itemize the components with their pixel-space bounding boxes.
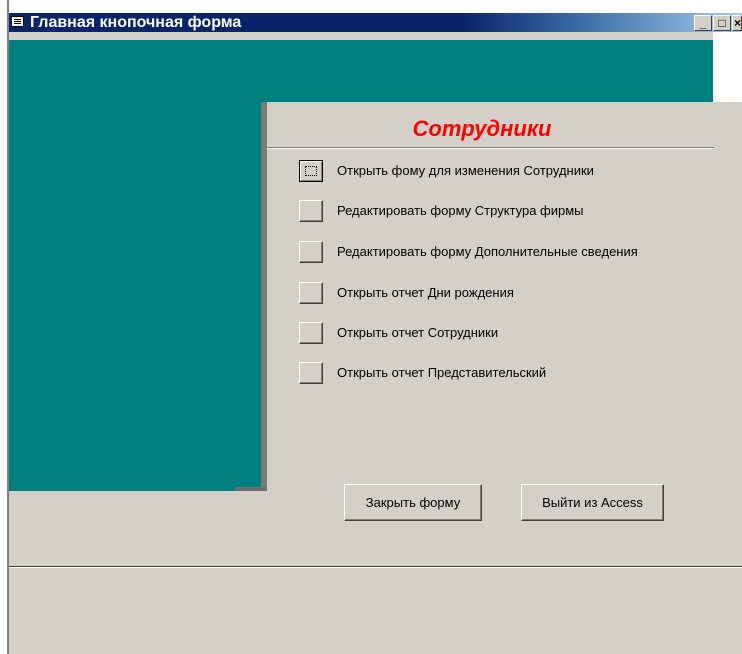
side-band [9,102,261,491]
minimize-button[interactable]: _ [694,15,712,31]
form-icon[interactable] [11,16,24,27]
switchboard-item-button[interactable] [299,200,323,222]
form-client-area: Сотрудники Открыть фому для изменения Со… [9,32,742,654]
maximize-icon: □ [718,16,726,30]
window-frame-left [0,0,9,654]
switchboard-item-button[interactable] [299,362,323,384]
maximize-button[interactable]: □ [713,15,731,31]
switchboard-item: Открыть отчет Представительский [299,362,719,384]
switchboard-item: Открыть фому для изменения Сотрудники [299,160,719,182]
header-band-edge [713,32,742,102]
minimize-icon: _ [699,16,707,30]
switchboard-item-label[interactable]: Открыть фому для изменения Сотрудники [337,160,594,182]
switchboard-item: Редактировать форму Структура фирмы [299,200,719,222]
switchboard-item-label[interactable]: Редактировать форму Дополнительные сведе… [337,241,638,263]
title-divider [267,147,714,149]
switchboard-item-button[interactable] [299,282,323,304]
panel-shadow [261,102,267,491]
switchboard-item: Открыть отчет Дни рождения [299,282,719,304]
switchboard-item: Открыть отчет Сотрудники [299,322,719,344]
exit-access-button[interactable]: Выйти из Access [521,484,664,521]
switchboard-item-button[interactable] [299,322,323,344]
caption-buttons: _ □ × [693,15,742,31]
switchboard-item-button[interactable] [299,160,323,182]
close-icon: × [734,16,742,30]
switchboard-title: Сотрудники [412,116,552,141]
switchboard-item: Редактировать форму Дополнительные сведе… [299,241,719,263]
window-title: Главная кнопочная форма [30,14,242,31]
switchboard-item-button[interactable] [299,241,323,263]
header-band [9,40,713,102]
switchboard-window: Главная кнопочная форма _ □ × Сотрудники О… [0,0,742,654]
switchboard-item-label[interactable]: Открыть отчет Дни рождения [337,282,514,304]
switchboard-item-label[interactable]: Редактировать форму Структура фирмы [337,200,584,222]
switchboard-item-label[interactable]: Открыть отчет Представительский [337,362,546,384]
title-bar[interactable]: Главная кнопочная форма _ □ × [9,13,742,32]
close-window-button[interactable]: × [732,15,742,31]
switchboard-item-label[interactable]: Открыть отчет Сотрудники [337,322,498,344]
side-band-ledge [235,487,267,491]
close-form-button[interactable]: Закрыть форму [344,484,482,521]
footer-divider [9,566,742,568]
